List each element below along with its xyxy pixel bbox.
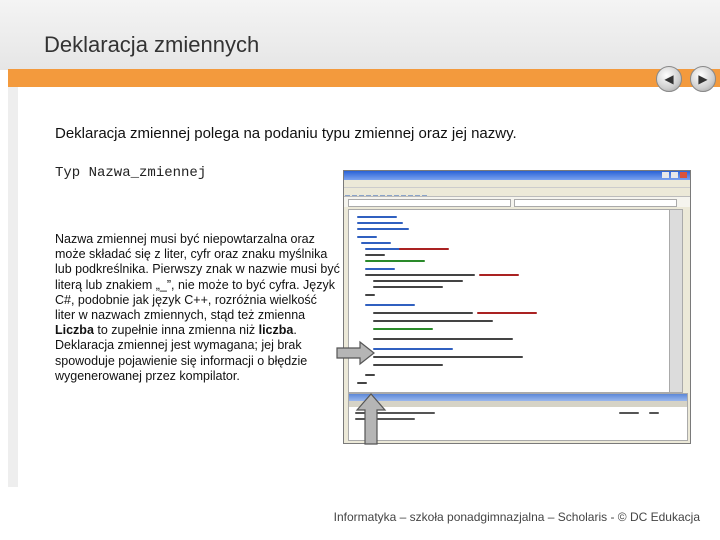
side-strip (8, 87, 18, 487)
ide-error-list-header (349, 394, 687, 401)
para-bold-1: Liczba (55, 323, 94, 338)
forward-button[interactable]: ▶ (690, 66, 716, 92)
right-arrow-icon (336, 340, 375, 366)
back-button[interactable]: ◀ (656, 66, 682, 92)
ide-error-list-columns (349, 401, 687, 407)
para-text-2: to zupełnie inna zmienna niż (93, 323, 259, 338)
forward-arrow-icon: ▶ (698, 72, 708, 86)
ide-close-icon (680, 172, 687, 178)
para-text-1: Nazwa zmiennej musi być niepowtarzalna o… (55, 232, 340, 323)
ide-error-list (348, 393, 688, 441)
ide-class-dropdown (348, 199, 511, 207)
ide-tabs (344, 196, 690, 207)
slide-title: Deklaracja zmiennych (44, 32, 260, 57)
back-arrow-icon: ◀ (664, 72, 674, 86)
ide-maximize-icon (671, 172, 678, 178)
lead-text: Deklaracja zmiennej polega na podaniu ty… (55, 125, 517, 142)
ide-scrollbar (669, 209, 683, 393)
ide-code-editor (348, 209, 670, 393)
ide-screenshot (343, 170, 691, 444)
ide-minimize-icon (662, 172, 669, 178)
code-syntax: Typ Nazwa_zmiennej (55, 165, 207, 181)
ide-toolbar (344, 187, 690, 200)
up-arrow-icon (355, 393, 387, 445)
footer-credit: Informatyka – szkoła ponadgimnazjalna – … (333, 510, 700, 524)
ide-title-bar (344, 171, 690, 180)
ide-member-dropdown (514, 199, 677, 207)
description-paragraph: Nazwa zmiennej musi być niepowtarzalna o… (55, 232, 340, 384)
para-bold-2: liczba (258, 323, 294, 338)
accent-bar (8, 69, 720, 87)
ide-menu-bar (344, 180, 690, 187)
